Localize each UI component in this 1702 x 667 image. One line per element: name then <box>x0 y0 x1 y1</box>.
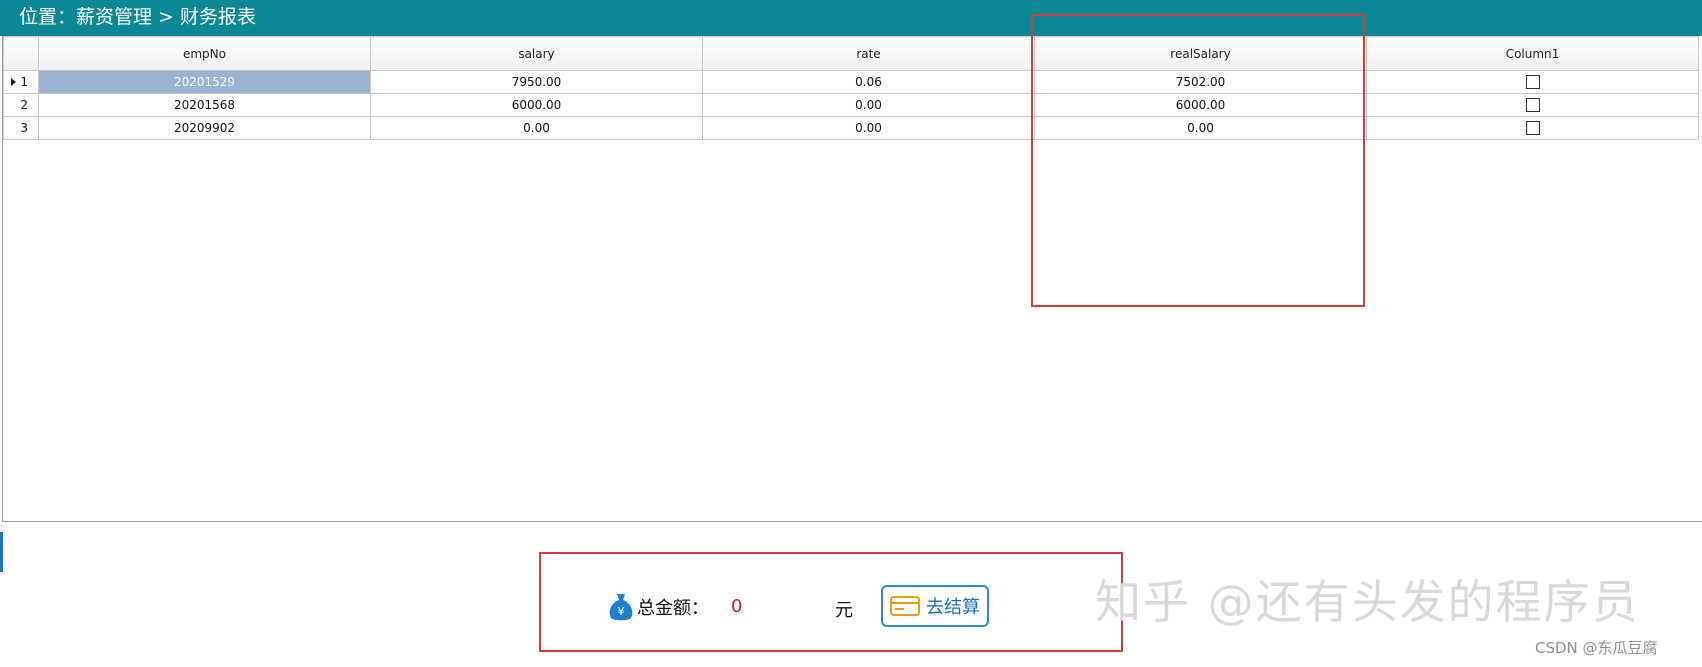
table-row[interactable]: 2 20201568 6000.00 0.00 6000.00 <box>3 93 1699 117</box>
csdn-watermark: CSDN @东瓜豆腐 <box>1535 639 1658 657</box>
cell-salary[interactable]: 7950.00 <box>370 70 703 94</box>
cell-empno[interactable]: 20209902 <box>38 116 371 140</box>
column1-checkbox[interactable] <box>1525 98 1540 113</box>
realsalary-highlight-box <box>1031 14 1365 307</box>
column-header-empno[interactable]: empNo <box>38 36 371 71</box>
location-bar: 位置：薪资管理 > 财务报表 <box>0 0 1702 36</box>
cell-rate[interactable]: 0.00 <box>702 93 1035 117</box>
row-header[interactable]: 3 <box>3 116 39 140</box>
cell-column1[interactable] <box>1366 70 1699 94</box>
left-edge-accent <box>0 532 3 572</box>
column-header-column1[interactable]: Column1 <box>1366 36 1699 71</box>
page-title: 位置：薪资管理 > 财务报表 <box>19 6 256 28</box>
column-header-rate[interactable]: rate <box>702 36 1035 71</box>
current-row-arrow-icon <box>11 78 16 86</box>
zhihu-watermark: 知乎 @还有头发的程序员 <box>1095 575 1640 629</box>
cell-empno[interactable]: 20201568 <box>38 93 371 117</box>
row-header[interactable]: 1 <box>3 70 39 94</box>
column-header-salary[interactable]: salary <box>370 36 703 71</box>
table-row[interactable]: 3 20209902 0.00 0.00 0.00 <box>3 116 1699 140</box>
total-highlight-box <box>539 552 1123 652</box>
cell-column1[interactable] <box>1366 116 1699 140</box>
cell-rate[interactable]: 0.06 <box>702 70 1035 94</box>
column1-checkbox[interactable] <box>1525 75 1540 90</box>
cell-column1[interactable] <box>1366 93 1699 117</box>
cell-empno[interactable]: 20201529 <box>38 70 371 94</box>
cell-salary[interactable]: 0.00 <box>370 116 703 140</box>
row-header[interactable]: 2 <box>3 93 39 117</box>
grid-corner-header[interactable] <box>3 36 39 71</box>
table-row[interactable]: 1 20201529 7950.00 0.06 7502.00 <box>3 70 1699 94</box>
cell-salary[interactable]: 6000.00 <box>370 93 703 117</box>
column1-checkbox[interactable] <box>1525 121 1540 136</box>
financial-report-grid[interactable]: empNo salary rate realSalary Column1 1 2… <box>2 36 1702 522</box>
cell-rate[interactable]: 0.00 <box>702 116 1035 140</box>
